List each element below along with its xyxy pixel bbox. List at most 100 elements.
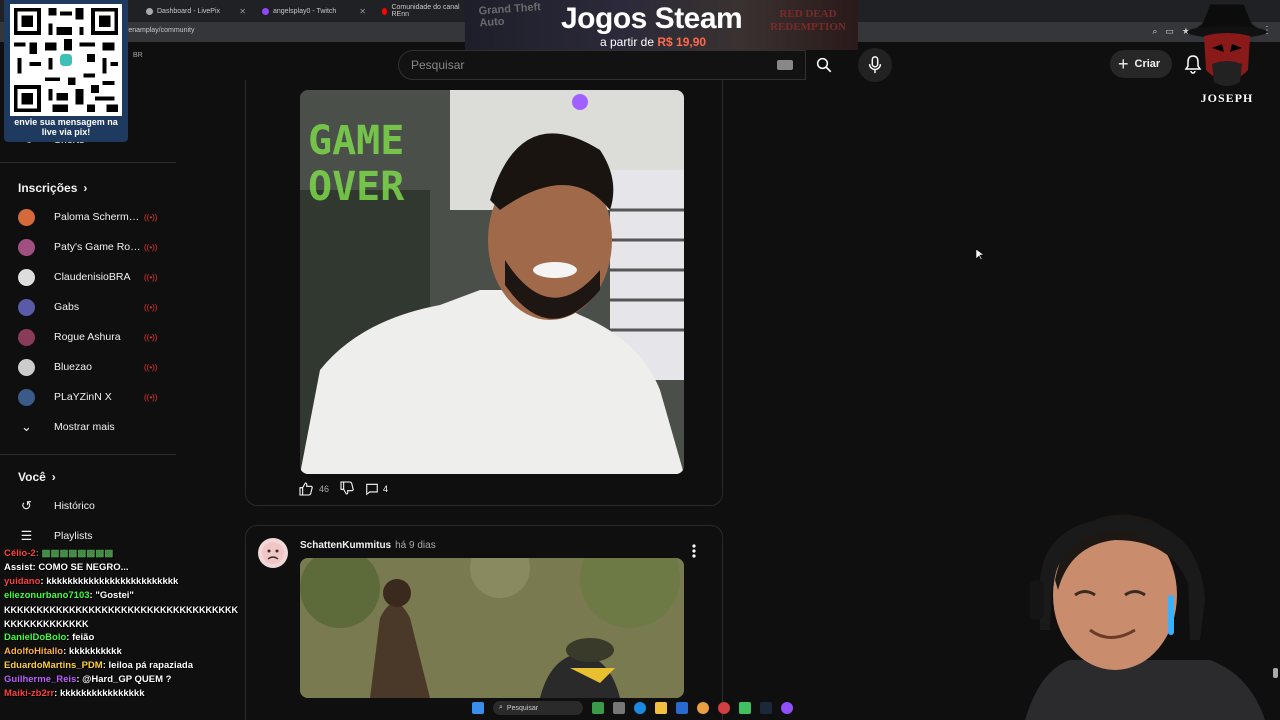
promo-subtitle: a partir de R$ 19,90: [600, 35, 706, 49]
live-icon: ((•)): [144, 272, 158, 282]
post-menu-button[interactable]: [692, 544, 696, 563]
author-name[interactable]: SchattenKummitus: [300, 540, 391, 551]
sidebar-item-label: Histórico: [54, 500, 95, 512]
chat-message: Maiki-zb2rr: kkkkkkkkkkkkkkkk: [4, 687, 244, 701]
app-icon[interactable]: [718, 702, 730, 714]
voice-search-button[interactable]: [858, 48, 892, 82]
comment-icon: [366, 483, 378, 496]
avatar: [18, 388, 35, 406]
sidebar-item-subscription[interactable]: Rogue Ashura ((•)): [18, 322, 168, 352]
app-icon[interactable]: [592, 702, 604, 714]
sidebar-item-label: ClaudenisioBRA: [54, 271, 131, 283]
tab-twitch[interactable]: angelsplay0 - Twitch ✕: [256, 2, 372, 20]
search-input[interactable]: Pesquisar: [411, 58, 464, 72]
sidebar-item-subscription[interactable]: ClaudenisioBRA ((•)): [18, 262, 168, 292]
taskbar: ⌕ Pesquisar: [472, 698, 812, 718]
plus-icon: +: [1118, 54, 1129, 74]
avatar[interactable]: [258, 538, 288, 568]
post-author[interactable]: SchattenKummitus há 9 dias: [300, 540, 436, 551]
sidebar-item-subscription[interactable]: Gabs ((•)): [18, 292, 168, 322]
promo-banner: Grand Theft Auto Jogos Steam a partir de…: [465, 0, 858, 50]
chat-username: DanielDoBolo: [4, 632, 67, 643]
sidebar-divider: [0, 454, 176, 455]
sidebar-item-subscription[interactable]: Paloma Scherma... ((•)): [18, 202, 168, 232]
forest-photo: [300, 558, 684, 698]
steam-icon[interactable]: [760, 702, 772, 714]
sidebar-item-subscription[interactable]: Bluezao ((•)): [18, 352, 168, 382]
live-icon: ((•)): [144, 332, 158, 342]
search-box[interactable]: Pesquisar: [398, 50, 806, 80]
game-over-overlay: GAME OVER: [308, 118, 405, 210]
chevron-down-icon: ⌄: [21, 419, 32, 434]
chat-text: : leiloa pá rapaziada: [102, 660, 194, 671]
sidebar-item-subscription[interactable]: PLaYZinN X ((•)): [18, 382, 168, 412]
post-image[interactable]: [300, 558, 684, 698]
rdr-logo: RED DEAD REDEMPTION: [770, 8, 846, 33]
chat-message: EduardoMartins_PDM: leiloa pá rapaziada: [4, 659, 244, 673]
live-icon: ((•)): [144, 242, 158, 252]
thumbs-down-icon: [340, 481, 354, 495]
you-header[interactable]: Você ›: [18, 470, 56, 484]
search-icon: [816, 57, 832, 73]
sidebar-item-subscription[interactable]: Paty's Game Roo... ((•)): [18, 232, 168, 262]
cast-icon[interactable]: ▭: [1165, 26, 1174, 37]
chat-message: Célio-2: ▩▩▩▩▩▩▩▩: [4, 547, 244, 561]
pix-qr-card: envie sua mensagem na live via pix!: [4, 0, 128, 142]
chat-text: : "Gostei": [89, 590, 134, 601]
edge-icon[interactable]: [634, 702, 646, 714]
tab-close-icon[interactable]: ✕: [359, 7, 366, 16]
webcam-feed: [1025, 514, 1265, 720]
play-icon[interactable]: [739, 702, 751, 714]
chat-message: KKKKKKKKKKKKKKKKKKKKKKKKKKKKKKKKKKKKKKKK…: [4, 603, 244, 631]
qr-caption: envie sua mensagem na live via pix!: [14, 117, 118, 137]
chat-username: Guilherme_Reis: [4, 674, 77, 685]
chat-message: AdolfoHitallo: kkkkkkkkkk: [4, 645, 244, 659]
live-icon: ((•)): [144, 392, 158, 402]
sidebar-divider: [0, 162, 176, 163]
chat-text: : @Hard_GP QUEM ?: [76, 674, 172, 685]
hat-skull-logo: [1187, 3, 1267, 86]
search-button[interactable]: [806, 50, 842, 80]
tab-livepix-dashboard[interactable]: Dashboard - LivePix ✕: [140, 2, 252, 20]
tab-label: Comunidade do canal REnn: [391, 4, 460, 18]
post-actions: 46 4: [298, 478, 388, 500]
address-url[interactable]: renamplay/community: [126, 27, 194, 34]
zoom-icon[interactable]: ⌕: [1152, 26, 1157, 37]
store-icon[interactable]: [676, 702, 688, 714]
avatar: [18, 208, 35, 226]
tab-label: Dashboard - LivePix: [157, 7, 221, 15]
chrome-icon[interactable]: [697, 702, 709, 714]
chat-text: : ▩▩▩▩▩▩▩▩: [35, 548, 114, 559]
windows-start-icon[interactable]: [472, 702, 484, 714]
sidebar-item-history[interactable]: ↺ Histórico: [18, 491, 168, 521]
chat-text: : kkkkkkkkkkkkkkkkkkkkkkkkk: [40, 576, 179, 587]
tab-close-icon[interactable]: ✕: [239, 7, 246, 16]
mouse-cursor-icon: [976, 249, 984, 261]
chat-username: eliezonurbano7103: [4, 590, 90, 601]
create-button[interactable]: + Criar: [1110, 50, 1173, 78]
avatar: [18, 328, 35, 346]
webcam-overlay: [1000, 500, 1280, 720]
playlists-icon: ☰: [20, 528, 33, 543]
subscriptions-header[interactable]: Inscrições ›: [18, 181, 87, 195]
sidebar-show-more[interactable]: ⌄ Mostrar mais: [18, 412, 168, 442]
scrollbar-thumb[interactable]: [1273, 668, 1278, 678]
dislike-button[interactable]: [339, 480, 355, 498]
avatar: [18, 268, 35, 286]
file-explorer-icon[interactable]: [655, 702, 667, 714]
gta-logo: Grand Theft Auto: [478, 1, 542, 30]
avatar: [18, 298, 35, 316]
obs-icon[interactable]: [781, 702, 793, 714]
live-icon: ((•)): [144, 362, 158, 372]
keyboard-icon[interactable]: [777, 60, 793, 70]
chat-text: : kkkkkkkkkkkkkkkk: [54, 688, 145, 699]
tab-youtube-community[interactable]: Comunidade do canal REnn: [376, 2, 466, 20]
promo-price: R$ 19,90: [657, 35, 707, 49]
chat-text: Assist: COMO SE NEGRO...: [4, 562, 129, 573]
like-button[interactable]: 46: [298, 481, 329, 497]
post-image[interactable]: GAME OVER: [300, 90, 684, 474]
comments-button[interactable]: 4: [365, 482, 388, 496]
task-view-icon[interactable]: [613, 702, 625, 714]
community-post: GAME OVER 46 4: [245, 80, 723, 506]
taskbar-search[interactable]: ⌕ Pesquisar: [493, 701, 583, 715]
